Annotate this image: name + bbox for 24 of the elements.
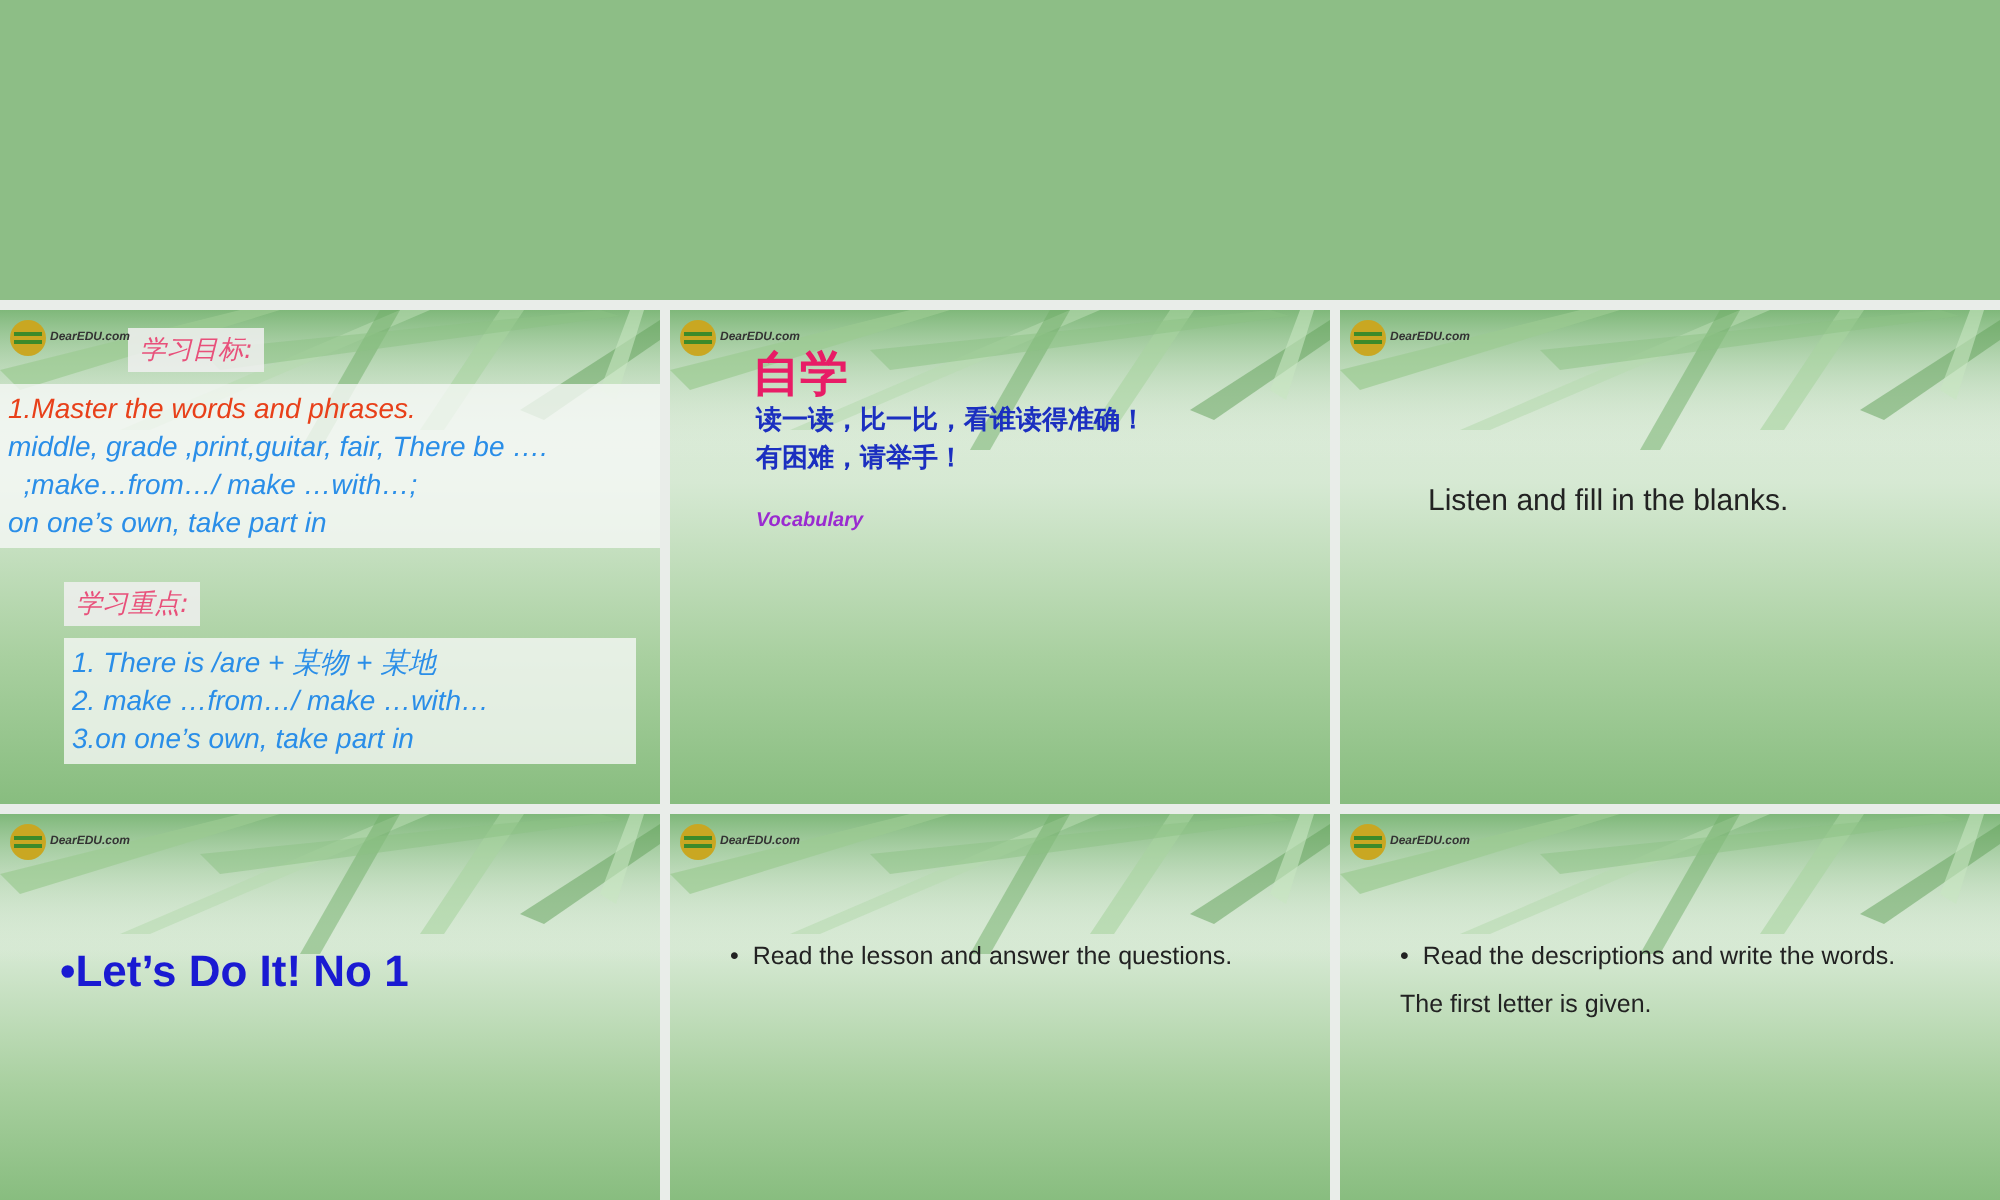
bullet-text: • Read the descriptions and write the words. (1400, 940, 1898, 974)
body-text: Listen and fill in the blanks. (1428, 482, 1791, 522)
text-line: 1.Master the words and phrases. (8, 390, 418, 428)
text-line: 读一读，比一比，看谁读得准确！ (756, 403, 1148, 440)
vocabulary-label: Vocabulary (756, 510, 864, 532)
text-line: 1. There is /are + 某物 + 某地 (72, 644, 439, 682)
slide-title: 自学 (752, 346, 850, 402)
logo-icon (1350, 320, 1386, 356)
text-line: middle, grade ,print,guitar, fair, There be …. (8, 428, 551, 466)
text-line: 3.on one’s own, take part in (72, 720, 416, 758)
logo-icon (680, 824, 716, 860)
text-line: ;make…from…/ make …with…; (21, 466, 420, 504)
logo-icon (10, 320, 46, 356)
section-heading: 学习目标: (128, 328, 265, 372)
logo-icon (680, 320, 716, 356)
bullet-text: • Read the lesson and answer the questions. (730, 940, 1235, 974)
bullet-text: •Let’s Do It! No 1 (60, 946, 409, 998)
text-line: 2. make …from…/ make …with… (72, 682, 491, 720)
text-line: on one’s own, take part in (8, 504, 329, 542)
logo-icon (10, 824, 46, 860)
logo-icon (1350, 824, 1386, 860)
section-heading: 学习重点: (64, 582, 201, 626)
body-text: The first letter is given. (1400, 987, 1654, 1022)
text-line: 有困难，请举手！ (756, 441, 966, 478)
